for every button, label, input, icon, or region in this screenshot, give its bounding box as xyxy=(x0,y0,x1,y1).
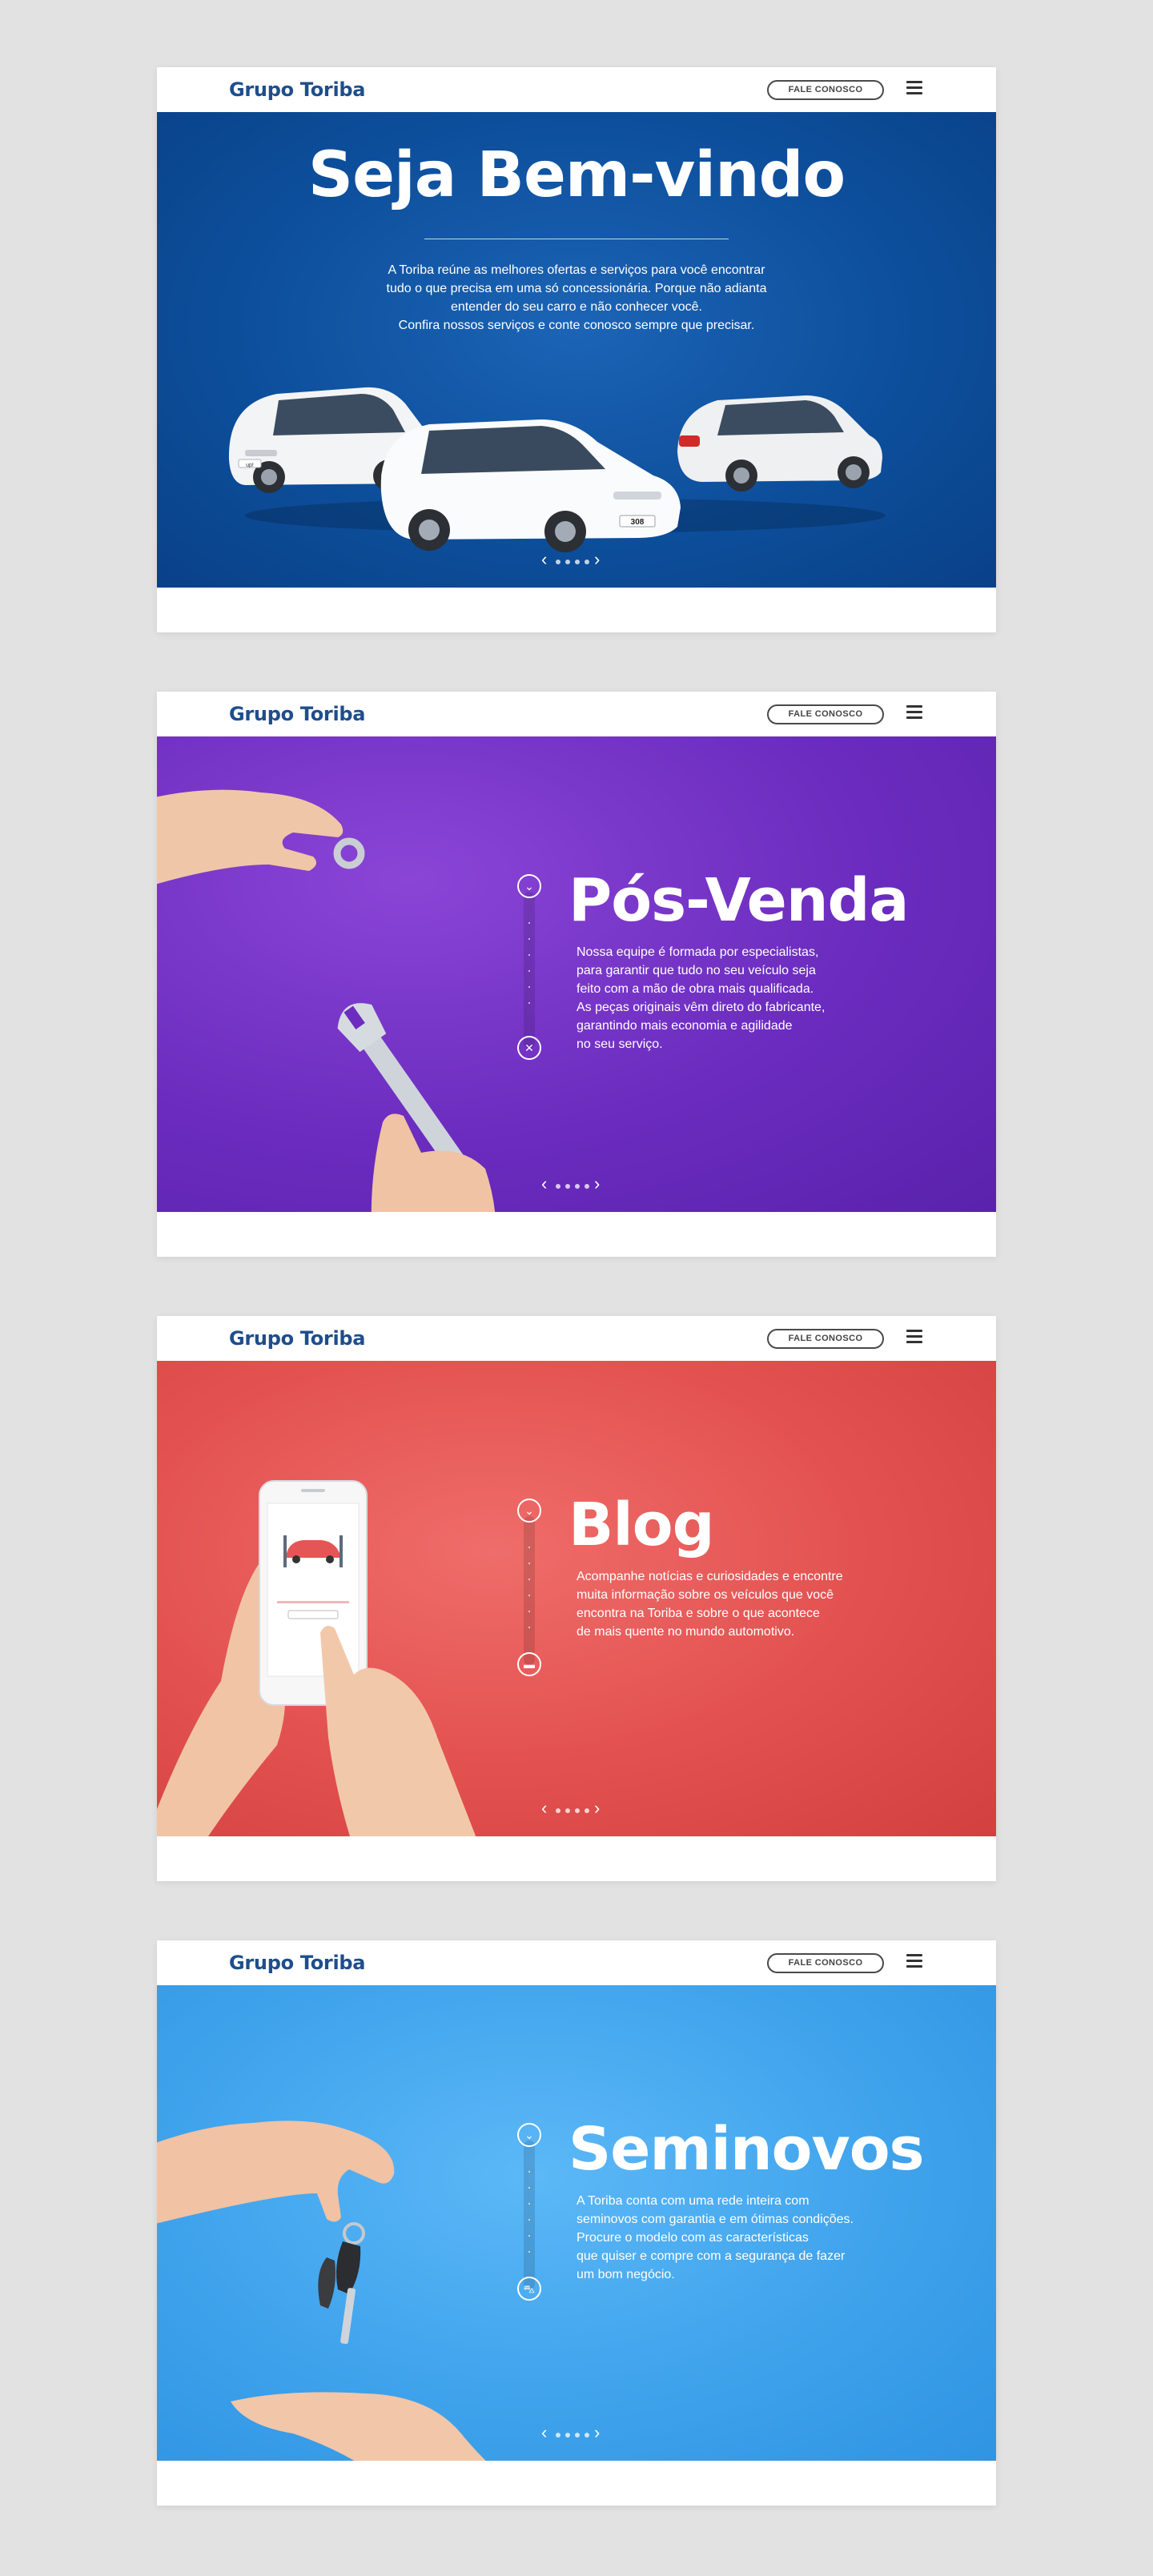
hero-pos-venda: ⌄ ✕ Pós-Venda Nossa equipe é formada por… xyxy=(157,736,996,1212)
plate-308: 308 xyxy=(631,518,645,527)
chat-bubble-icon[interactable]: ▬ xyxy=(517,1652,541,1676)
prev-arrow-icon[interactable]: ‹ xyxy=(541,2424,547,2442)
next-arrow-icon[interactable]: › xyxy=(594,1175,600,1193)
car-icon[interactable]: ⛍ xyxy=(517,2277,541,2301)
pagination-dot[interactable] xyxy=(565,560,570,564)
hero-description: A Toriba conta com uma rede inteira com … xyxy=(576,2194,854,2281)
contact-button[interactable]: FALE CONOSCO xyxy=(767,704,884,724)
pagination-dot[interactable] xyxy=(575,2433,580,2438)
site-header: Grupo Toriba FALE CONOSCO xyxy=(157,692,996,736)
pagination-dot[interactable] xyxy=(556,1184,560,1189)
section-nav: ⌄ ⛍ xyxy=(514,2123,544,2307)
hero-title: Seja Bem-vindo xyxy=(307,139,846,211)
wrench-cross-icon[interactable]: ✕ xyxy=(517,1036,541,1060)
site-header: Grupo Toriba FALE CONOSCO xyxy=(157,67,996,112)
carousel-pagination: ‹ › xyxy=(541,2424,613,2443)
contact-button[interactable]: FALE CONOSCO xyxy=(767,80,884,100)
next-arrow-icon[interactable]: › xyxy=(594,1800,600,1817)
prev-arrow-icon[interactable]: ‹ xyxy=(541,551,547,568)
pagination-dot[interactable] xyxy=(556,560,560,564)
next-arrow-icon[interactable]: › xyxy=(594,2424,600,2442)
pagination-dot[interactable] xyxy=(565,2433,570,2438)
next-arrow-icon[interactable]: › xyxy=(594,551,600,568)
pagination-dot[interactable] xyxy=(585,560,589,564)
pagination-dot[interactable] xyxy=(585,1808,589,1813)
logo[interactable]: Grupo Toriba xyxy=(229,703,365,725)
pagination-dot[interactable] xyxy=(585,2433,589,2438)
contact-button[interactable]: FALE CONOSCO xyxy=(767,1953,884,1973)
carousel-pagination: ‹ › xyxy=(541,551,613,570)
pagination-dot[interactable] xyxy=(565,1808,570,1813)
screen-seminovos: Grupo Toriba FALE CONOSCO ⌄ ⛍ Seminovos xyxy=(157,1940,996,2506)
hamburger-menu-icon[interactable] xyxy=(906,81,922,98)
hand-phone-illustration xyxy=(157,1480,476,1836)
pagination-dot[interactable] xyxy=(575,560,580,564)
pagination-dot[interactable] xyxy=(575,1184,580,1189)
hero-title: Blog xyxy=(568,1491,715,1559)
prev-arrow-icon[interactable]: ‹ xyxy=(541,1175,547,1193)
logo[interactable]: Grupo Toriba xyxy=(229,1327,365,1350)
hero-blog: ⌄ ▬ Blog Acompanhe notícias e curiosidad… xyxy=(157,1361,996,1836)
pagination-dot[interactable] xyxy=(565,1184,570,1189)
section-nav: ⌄ ✕ xyxy=(514,874,544,1066)
pagination-dot[interactable] xyxy=(556,2433,560,2438)
carousel-pagination: ‹ › xyxy=(541,1800,613,1819)
carousel-pagination: ‹ › xyxy=(541,1175,613,1194)
hero-title: Seminovos xyxy=(568,2115,925,2184)
screen-blog: Grupo Toriba FALE CONOSCO ⌄ ▬ Blog Acomp… xyxy=(157,1316,996,1881)
section-nav: ⌄ ▬ xyxy=(514,1499,544,1683)
screen-welcome: Grupo Toriba FALE CONOSCO Seja Bem-vindo… xyxy=(157,67,996,632)
chevron-down-icon[interactable]: ⌄ xyxy=(517,874,541,898)
hero-description: Nossa equipe é formada por especialistas… xyxy=(576,945,826,1051)
hero-seminovos: ⌄ ⛍ Seminovos A Toriba conta com uma red… xyxy=(157,1985,996,2461)
hands-wrench-illustration xyxy=(157,789,496,1212)
pagination-dot[interactable] xyxy=(556,1808,560,1813)
logo[interactable]: Grupo Toriba xyxy=(229,1952,365,1974)
plate-up: up! xyxy=(246,463,254,468)
chevron-down-icon[interactable]: ⌄ xyxy=(517,1499,541,1523)
pagination-dot[interactable] xyxy=(575,1808,580,1813)
chevron-down-icon[interactable]: ⌄ xyxy=(517,2123,541,2147)
site-header: Grupo Toriba FALE CONOSCO xyxy=(157,1316,996,1361)
site-header: Grupo Toriba FALE CONOSCO xyxy=(157,1940,996,1985)
hamburger-menu-icon[interactable] xyxy=(906,705,922,723)
contact-button[interactable]: FALE CONOSCO xyxy=(767,1329,884,1349)
hero-description: Acompanhe notícias e curiosidades e enco… xyxy=(576,1570,843,1639)
cars-illustration: up! 308 xyxy=(228,387,886,552)
logo[interactable]: Grupo Toriba xyxy=(229,78,365,101)
pagination-dot[interactable] xyxy=(585,1184,589,1189)
hamburger-menu-icon[interactable] xyxy=(906,1330,922,1347)
hero-title: Pós-Venda xyxy=(568,866,909,935)
hamburger-menu-icon[interactable] xyxy=(906,1954,922,1972)
screen-pos-venda: Grupo Toriba FALE CONOSCO ⌄ ✕ Pós-Venda … xyxy=(157,692,996,1257)
hero-description: A Toriba reúne as melhores ofertas e ser… xyxy=(386,263,767,332)
prev-arrow-icon[interactable]: ‹ xyxy=(541,1800,547,1817)
hero-welcome: Seja Bem-vindo A Toriba reúne as melhore… xyxy=(157,112,996,588)
